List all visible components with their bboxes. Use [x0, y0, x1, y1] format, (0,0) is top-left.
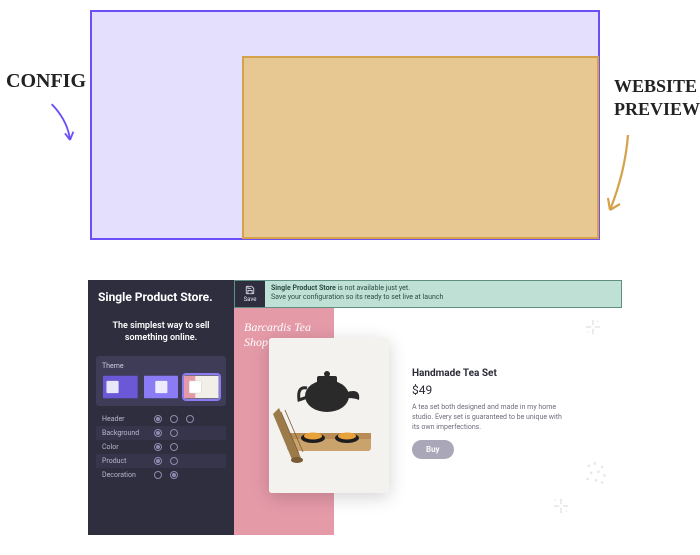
app-logo: Single Product Store.	[88, 280, 234, 310]
app-tagline: The simplest way to sell something onlin…	[88, 310, 234, 356]
banner-line1-rest: is not available just yet.	[336, 284, 410, 292]
preview-annotation-label: WEBSITE PREVIEW	[614, 75, 694, 122]
option-radio[interactable]	[154, 415, 162, 423]
sparkle-icon	[584, 461, 608, 485]
option-label: Color	[102, 443, 148, 451]
option-radio[interactable]	[170, 429, 178, 437]
preview-arrow-icon	[600, 130, 640, 220]
banner-line2: Save your configuration so its ready to …	[271, 293, 615, 302]
theme-thumbnail[interactable]	[143, 374, 180, 400]
option-radio-group	[154, 429, 178, 437]
product-price: $49	[412, 383, 582, 397]
option-radio[interactable]	[154, 471, 162, 479]
theme-section: Theme	[96, 356, 226, 406]
option-radio[interactable]	[186, 415, 194, 423]
option-label: Background	[102, 429, 148, 437]
config-annotation-label: CONFIG	[6, 70, 86, 93]
theme-thumbnail[interactable]	[102, 374, 139, 400]
theme-thumbnail-row	[102, 374, 220, 400]
option-radio-group	[154, 443, 178, 451]
product-info: Handmade Tea Set $49 A tea set both desi…	[412, 368, 582, 459]
options-list: Header Background Color Product Decoration	[96, 412, 226, 482]
layout-diagram	[90, 10, 600, 240]
option-label: Product	[102, 457, 148, 465]
option-radio-group	[154, 471, 178, 479]
sparkle-icon	[552, 497, 570, 515]
option-row: Background	[96, 426, 226, 440]
app-screenshot: Single Product Store. The simplest way t…	[88, 280, 622, 535]
product-image	[269, 338, 389, 493]
option-row: Header	[96, 412, 226, 426]
config-arrow-icon	[40, 100, 80, 150]
save-button-label: Save	[244, 296, 257, 303]
option-radio[interactable]	[154, 457, 162, 465]
banner-text: Single Product Store is not available ju…	[265, 281, 621, 307]
option-radio[interactable]	[170, 443, 178, 451]
config-panel: Single Product Store. The simplest way t…	[88, 280, 234, 535]
option-row: Decoration	[96, 468, 226, 482]
option-radio[interactable]	[170, 415, 178, 423]
product-title: Handmade Tea Set	[412, 368, 582, 379]
buy-button[interactable]: Buy	[412, 440, 454, 459]
option-radio[interactable]	[154, 429, 162, 437]
option-row: Product	[96, 454, 226, 468]
option-radio[interactable]	[170, 471, 178, 479]
product-description: A tea set both designed and made in my h…	[412, 403, 562, 432]
option-label: Header	[102, 415, 148, 423]
option-label: Decoration	[102, 471, 148, 479]
website-preview: Barcardis Tea Shop	[234, 308, 622, 535]
option-radio-group	[154, 415, 194, 423]
option-radio[interactable]	[170, 457, 178, 465]
theme-thumbnail[interactable]	[183, 374, 220, 400]
status-banner: Save Single Product Store is not availab…	[234, 280, 622, 308]
preview-region	[242, 56, 599, 239]
banner-strong: Single Product Store	[271, 284, 336, 292]
tea-set-illustration	[269, 338, 389, 493]
sparkle-icon	[584, 318, 602, 336]
theme-section-label: Theme	[102, 362, 220, 370]
option-radio-group	[154, 457, 178, 465]
option-radio[interactable]	[154, 443, 162, 451]
save-button[interactable]: Save	[235, 281, 265, 307]
save-icon	[245, 285, 255, 295]
preview-panel: Save Single Product Store is not availab…	[234, 280, 622, 535]
option-row: Color	[96, 440, 226, 454]
